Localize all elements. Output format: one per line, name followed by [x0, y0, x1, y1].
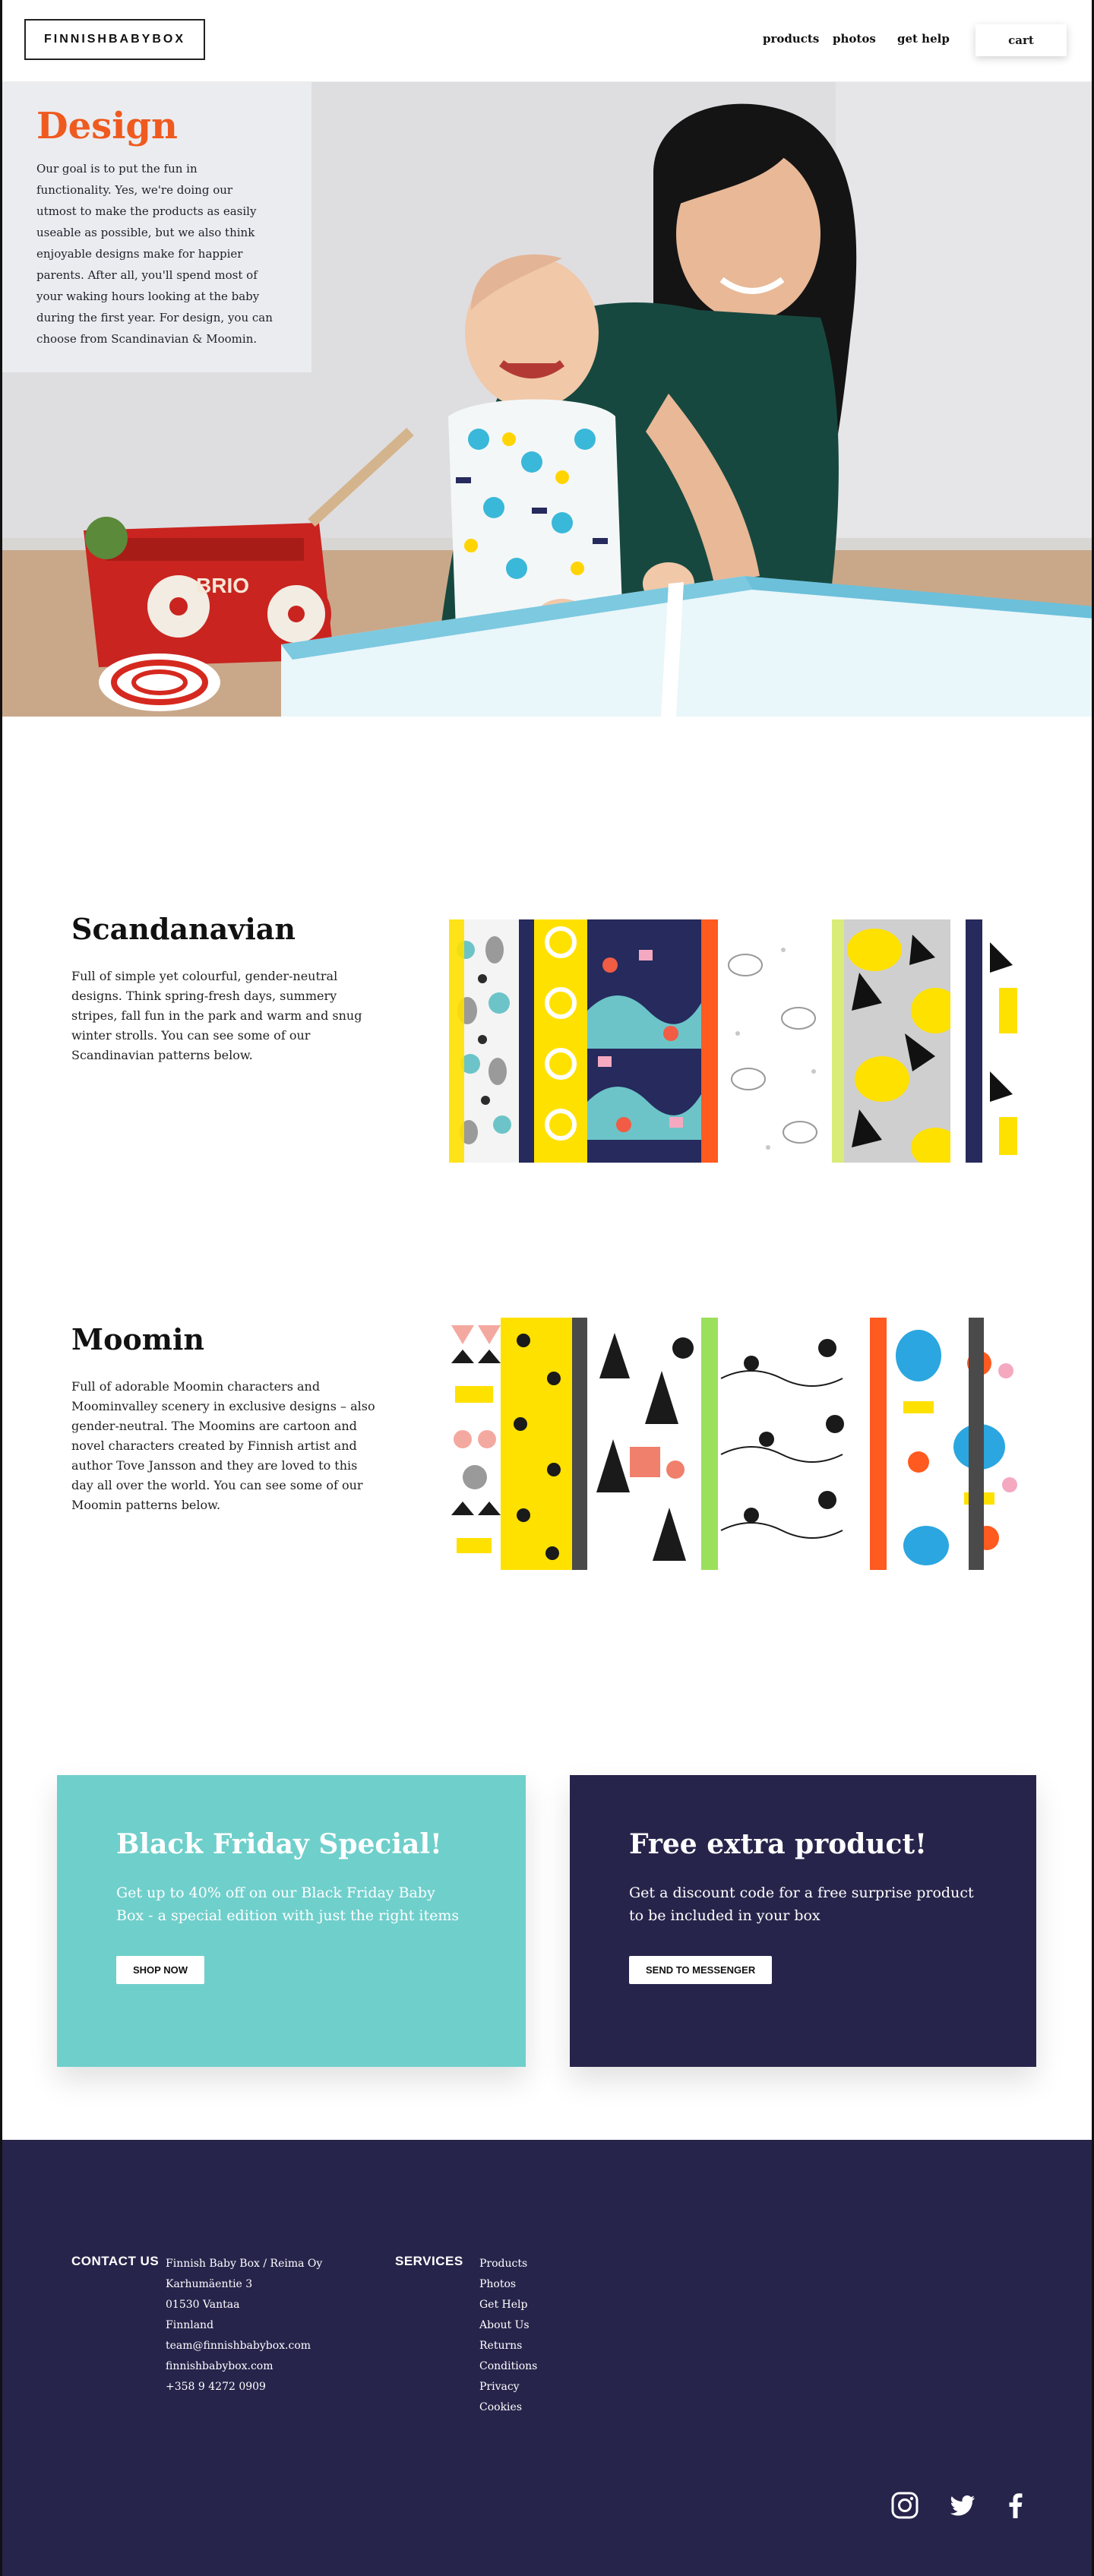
footer-link-privacy[interactable]: Privacy	[479, 2377, 537, 2397]
pattern-swatch-3	[587, 919, 718, 1163]
nav-get-help[interactable]: get help	[897, 32, 950, 46]
site-footer: CONTACT US Finnish Baby Box / Reima Oy K…	[0, 2140, 1094, 2576]
scandinavian-patterns	[449, 919, 1023, 1163]
contact-heading: CONTACT US	[71, 2254, 160, 2268]
hero-title: Design	[36, 105, 178, 147]
contact-website[interactable]: finnishbabybox.com	[166, 2356, 322, 2377]
moomin-swatch-2	[501, 1318, 587, 1570]
pattern-swatch-2	[534, 919, 587, 1163]
pattern-swatch-5	[844, 919, 1023, 1163]
contact-country: Finnland	[166, 2319, 214, 2331]
cart-button[interactable]: cart	[975, 24, 1067, 56]
contact-phone[interactable]: +358 9 4272 0909	[166, 2377, 322, 2397]
hero-section: BRIO Design Our goal is to put the fun i…	[0, 82, 1094, 717]
shop-now-button[interactable]: SHOP NOW	[116, 1956, 204, 1984]
logo[interactable]: FINNISHBABYBOX	[24, 19, 205, 60]
footer-link-get-help[interactable]: Get Help	[479, 2295, 537, 2315]
facebook-icon[interactable]	[1001, 2491, 1030, 2520]
services-links: Products Photos Get Help About Us Return…	[479, 2254, 537, 2418]
contact-email[interactable]: team@finnishbabybox.com	[166, 2336, 322, 2356]
scandinavian-title: Scandanavian	[71, 912, 296, 946]
contact-street: Karhumäentie 3	[166, 2278, 253, 2290]
black-friday-title: Black Friday Special!	[116, 1828, 442, 1860]
nav-photos[interactable]: photos	[833, 32, 876, 46]
pattern-swatch-1	[449, 919, 534, 1163]
moomin-title: Moomin	[71, 1322, 205, 1356]
send-to-messenger-button[interactable]: SEND TO MESSENGER	[629, 1956, 773, 1984]
contact-company: Finnish Baby Box / Reima Oy	[166, 2258, 323, 2270]
site-header: FINNISHBABYBOX products photos get help …	[0, 0, 1094, 82]
contact-city: 01530 Vantaa	[166, 2299, 240, 2311]
moomin-swatch-5	[887, 1318, 1023, 1570]
footer-link-about-us[interactable]: About Us	[479, 2315, 537, 2336]
hero-description: Our goal is to put the fun in functional…	[36, 162, 273, 346]
free-product-title: Free extra product!	[629, 1828, 927, 1860]
black-friday-text: Get up to 40% off on our Black Friday Ba…	[116, 1885, 460, 1924]
footer-link-conditions[interactable]: Conditions	[479, 2356, 537, 2377]
moomin-swatch-3	[587, 1318, 718, 1570]
services-heading: SERVICES	[395, 2254, 463, 2268]
pattern-swatch-4	[718, 919, 844, 1163]
nav-products[interactable]: products	[763, 32, 819, 46]
twitter-icon[interactable]	[948, 2491, 977, 2520]
free-product-card: Free extra product! Get a discount code …	[570, 1775, 1036, 2067]
moomin-description: Full of adorable Moomin characters and M…	[71, 1379, 375, 1512]
moomin-swatch-4	[718, 1318, 887, 1570]
contact-info: Finnish Baby Box / Reima Oy Karhumäentie…	[166, 2254, 322, 2397]
footer-link-returns[interactable]: Returns	[479, 2336, 537, 2356]
moomin-swatch-1	[447, 1318, 501, 1570]
footer-link-photos[interactable]: Photos	[479, 2274, 537, 2295]
moomin-patterns	[447, 1318, 1023, 1570]
footer-link-cookies[interactable]: Cookies	[479, 2397, 537, 2418]
scandinavian-description: Full of simple yet colourful, gender-neu…	[71, 969, 362, 1062]
free-product-text: Get a discount code for a free surprise …	[629, 1885, 974, 1924]
footer-link-products[interactable]: Products	[479, 2254, 537, 2274]
hero-textbox: Design Our goal is to put the fun in fun…	[0, 82, 311, 372]
toy-label: BRIO	[196, 574, 249, 597]
black-friday-card: Black Friday Special! Get up to 40% off …	[57, 1775, 526, 2067]
instagram-icon[interactable]	[890, 2491, 919, 2520]
